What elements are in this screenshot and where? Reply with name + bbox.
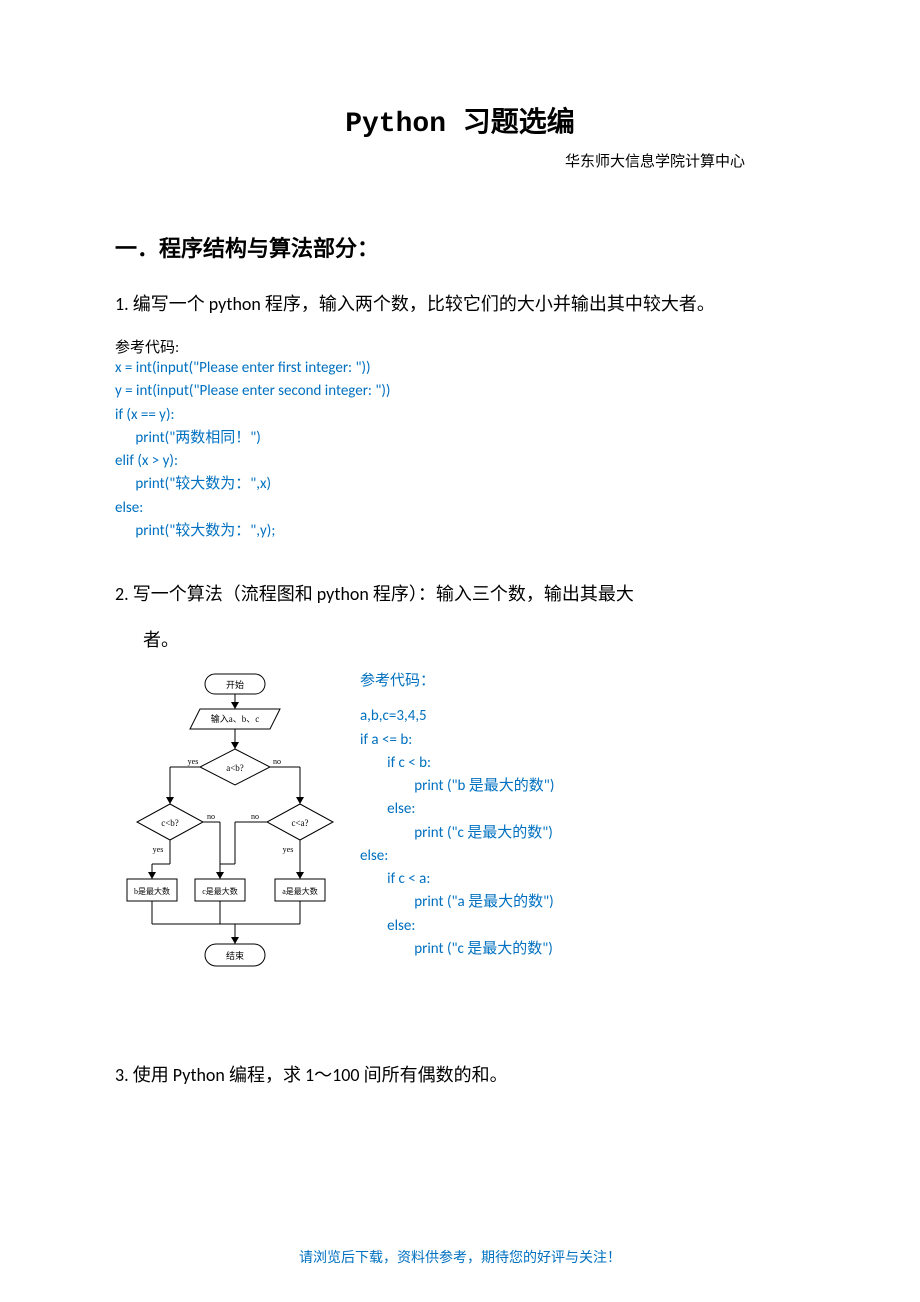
flow-no-3: no [251, 812, 259, 821]
problem-2: 2. 写一个算法（流程图和 python 程序）：输入三个数，输出其最大 [115, 573, 805, 616]
problem-2-cont: 者。 [115, 626, 805, 652]
page: Python 习题选编 华东师大信息学院计算中心 一．程序结构与算法部分： 1.… [0, 0, 920, 1302]
section-heading: 一．程序结构与算法部分： [115, 231, 805, 263]
flow-cond-cb: c<b? [161, 818, 179, 828]
flow-out-b: b是最大数 [134, 886, 170, 896]
problem-2-content: 开始 输入a、b、c a<b? yes [115, 664, 805, 1004]
document-title: Python 习题选编 [115, 100, 805, 140]
problem-3: 3. 使用 Python 编程，求 1～100 间所有偶数的和。 [115, 1054, 805, 1097]
flow-no-2: no [207, 812, 215, 821]
code-block-2: a,b,c=3,4,5 if a <= b: if c < b: print (… [360, 705, 805, 961]
problem-1: 1. 编写一个 python 程序，输入两个数，比较它们的大小并输出其中较大者。 [115, 283, 805, 326]
flow-end: 结束 [226, 950, 244, 961]
flow-out-a: a是最大数 [282, 886, 318, 896]
reference-code-label-2: 参考代码： [360, 669, 805, 690]
flowchart-svg: 开始 输入a、b、c a<b? yes [125, 664, 345, 1004]
flow-cond-ab: a<b? [226, 763, 244, 773]
flow-yes-3: yes [283, 845, 294, 854]
reference-code-label-1: 参考代码: [115, 336, 805, 357]
flow-out-c: c是最大数 [202, 886, 238, 896]
code-block-1: x = int(input("Please enter first intege… [115, 357, 805, 543]
flow-yes-1: yes [188, 757, 199, 766]
flow-yes-2: yes [153, 845, 164, 854]
code-column-2: 参考代码： a,b,c=3,4,5 if a <= b: if c < b: p… [360, 664, 805, 1004]
flow-start: 开始 [226, 679, 244, 690]
flowchart-column: 开始 输入a、b、c a<b? yes [115, 664, 345, 1004]
page-footer: 请浏览后下载，资料供参考，期待您的好评与关注！ [0, 1247, 920, 1267]
flow-cond-ca: c<a? [291, 818, 308, 828]
flow-no-1: no [273, 757, 281, 766]
document-subtitle: 华东师大信息学院计算中心 [115, 150, 805, 171]
flow-input: 输入a、b、c [211, 713, 260, 724]
